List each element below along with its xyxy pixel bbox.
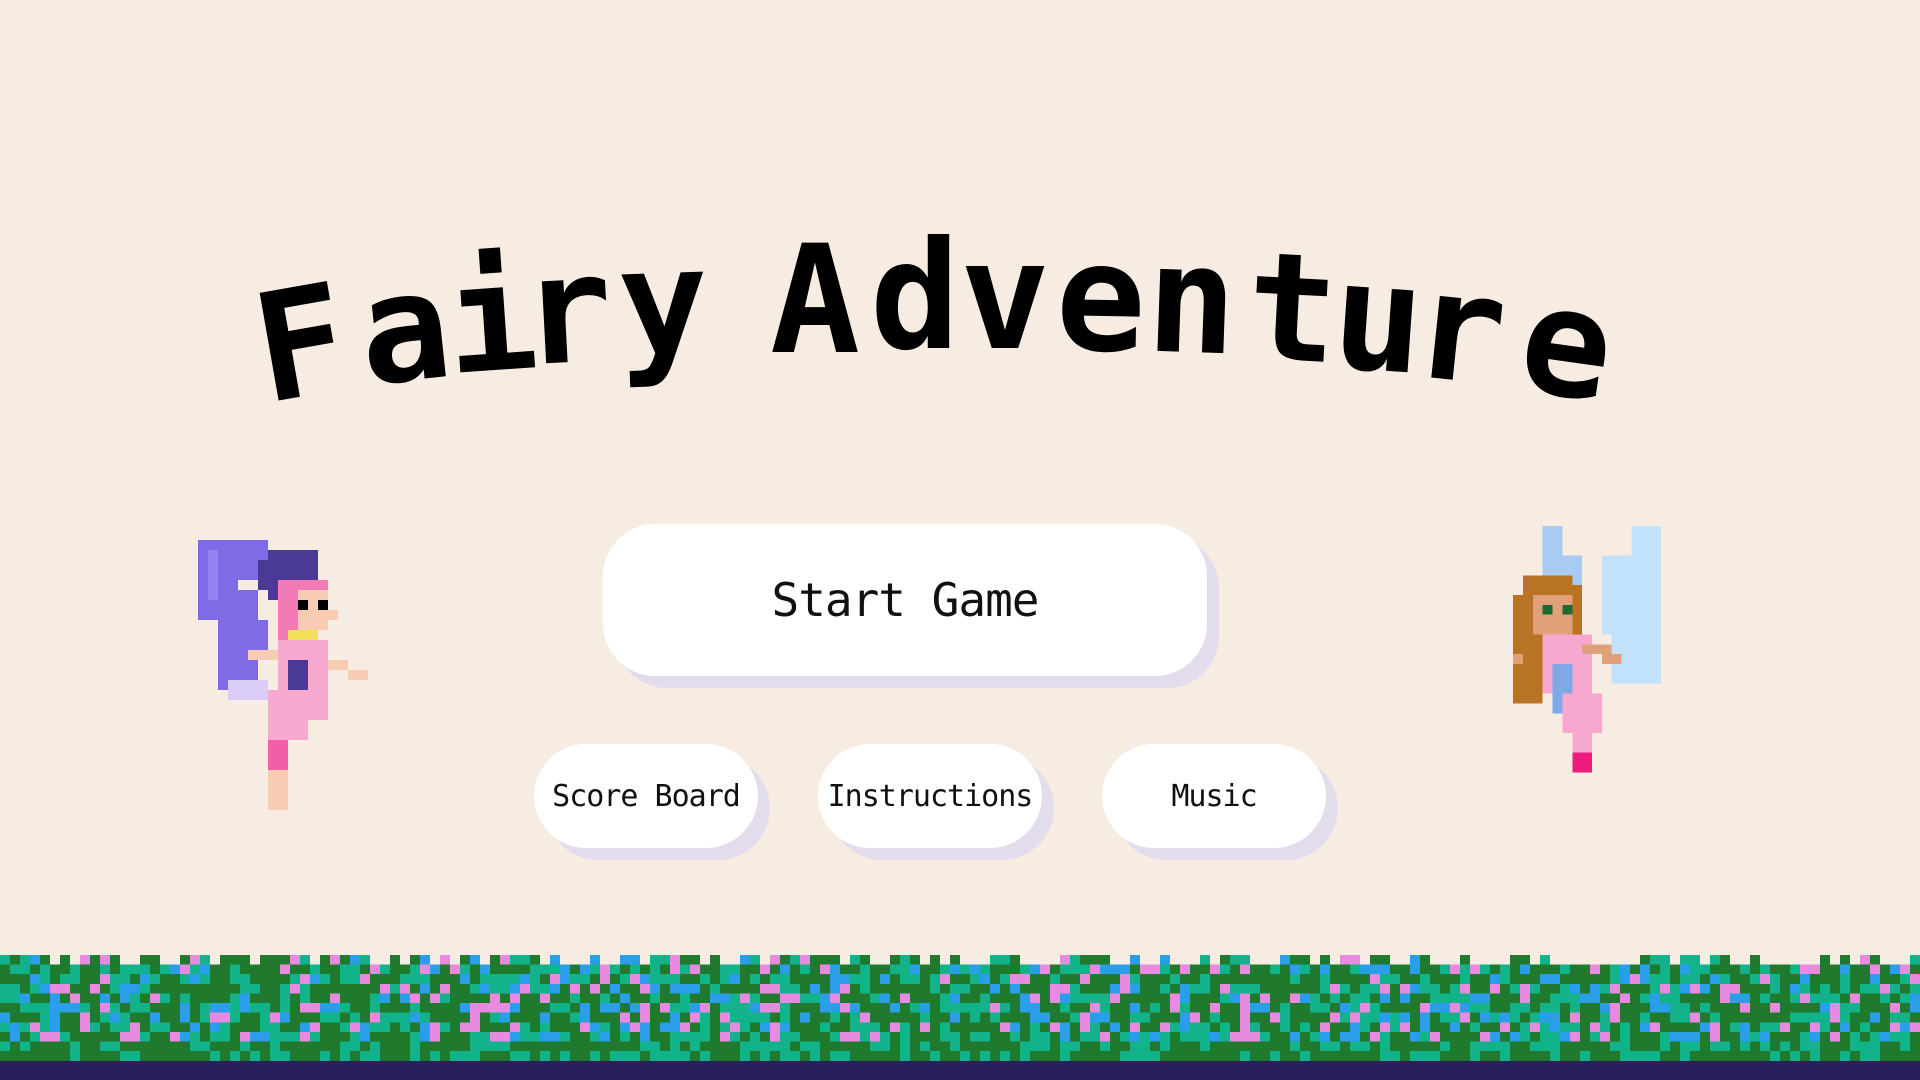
music-button[interactable]: Music — [1102, 744, 1326, 848]
pink-fairy-sprite — [198, 540, 368, 810]
title-letter: r — [1406, 238, 1514, 420]
score-board-button[interactable]: Score Board — [534, 744, 758, 848]
title-letter: A — [770, 214, 860, 388]
title-letter: r — [518, 222, 617, 400]
start-game-button[interactable]: Start Game — [603, 524, 1207, 676]
title-letter: e — [1054, 211, 1147, 387]
title-letter: t — [1243, 220, 1342, 398]
instructions-label: Instructions — [827, 778, 1034, 814]
game-title: Fairy Ad v en ture — [242, 210, 1624, 438]
score-board-label: Score Board — [552, 778, 741, 814]
title-letter: F — [242, 251, 361, 438]
music-label: Music — [1171, 778, 1257, 814]
instructions-button[interactable]: Instructions — [818, 744, 1042, 848]
title-letter: v — [960, 210, 1050, 384]
game-screen: FairyAdventure Start Game Score Board In… — [0, 0, 1920, 1080]
brown-fairy-sprite — [1513, 526, 1661, 773]
title-letter: d — [870, 210, 960, 384]
title-letter: y — [615, 216, 711, 393]
start-game-label: Start Game — [771, 573, 1040, 627]
grass-ground — [0, 955, 1920, 1080]
title-letter: n — [1144, 213, 1240, 390]
title-letter: e — [1510, 252, 1624, 437]
